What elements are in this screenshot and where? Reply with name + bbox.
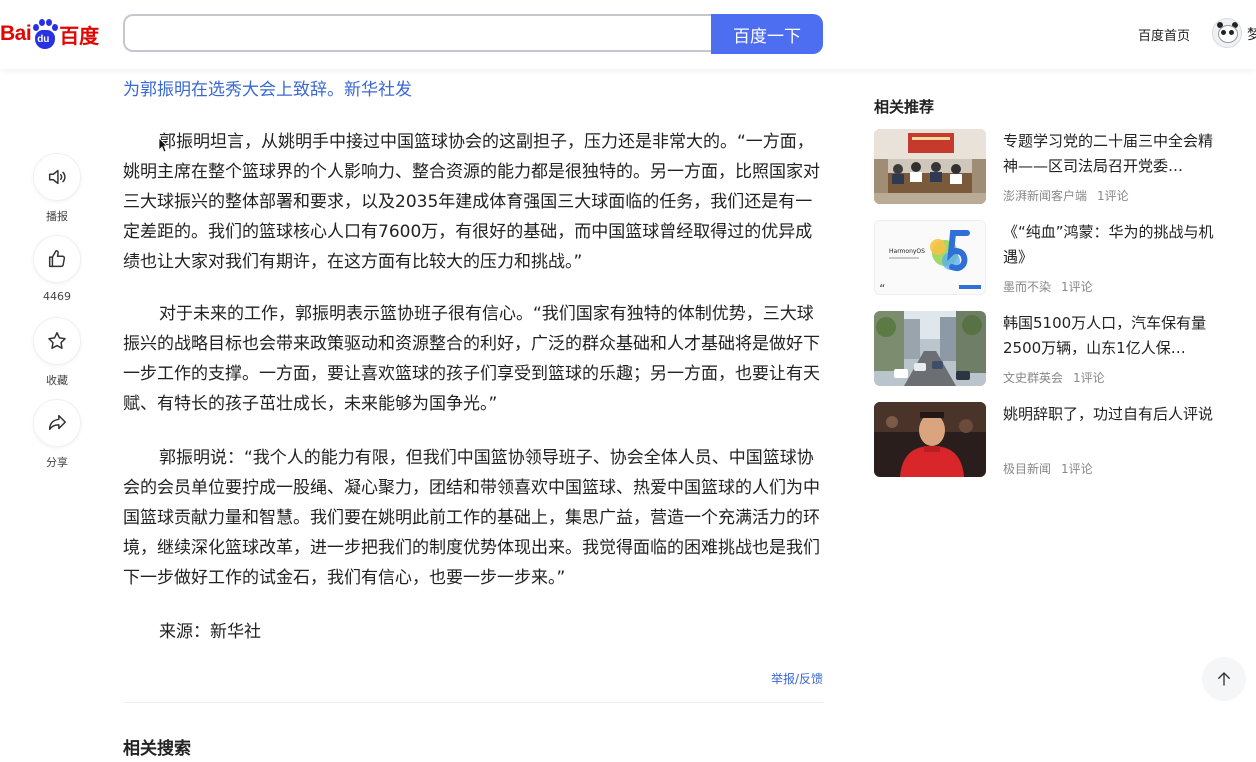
recommend-title[interactable]: 姚明辞职了，功过自有后人评说 xyxy=(1003,402,1218,427)
thumbs-up-icon xyxy=(48,250,66,268)
favorite-label: 收藏 xyxy=(46,374,68,387)
broadcast-action[interactable]: 播报 xyxy=(33,153,81,224)
like-action[interactable]: 4469 xyxy=(33,235,81,303)
favorite-action[interactable]: 收藏 xyxy=(33,317,81,388)
star-icon xyxy=(48,332,66,349)
logo-text-baidu: 百度 xyxy=(59,23,100,48)
recommend-source: 澎湃新闻客户端 xyxy=(1003,189,1088,203)
svg-text:“: “ xyxy=(879,282,885,295)
search-input[interactable] xyxy=(125,16,711,50)
related-recommend-title: 相关推荐 xyxy=(874,98,935,116)
broadcast-label: 播报 xyxy=(46,210,68,223)
street-thumbnail xyxy=(874,311,986,386)
recommend-meta: 文史群英会 1评论 xyxy=(1003,369,1105,386)
recommend-title[interactable]: 《“纯血”鸿蒙：华为的挑战与机遇》 xyxy=(1003,220,1218,270)
paw-icon: du xyxy=(32,19,59,49)
search-box xyxy=(123,14,711,52)
share-action[interactable]: 分享 xyxy=(33,399,81,470)
recommend-item[interactable]: 姚明辞职了，功过自有后人评说 极目新闻 1评论 xyxy=(874,402,1224,478)
harmonyos-thumb-label: HarmonyOS xyxy=(889,248,925,255)
logo-text-bai: Bai xyxy=(0,22,32,45)
search-button[interactable]: 百度一下 xyxy=(711,14,823,54)
arrow-up-icon xyxy=(1218,672,1230,686)
report-feedback-link[interactable]: 举报/反馈 xyxy=(771,670,823,687)
article-paragraph: 郭振明说：“我个人的能力有限，但我们中国篮协领导班子、协会全体人员、中国篮球协会… xyxy=(123,448,820,588)
mouse-cursor-icon xyxy=(158,137,168,153)
favorite-button[interactable] xyxy=(33,317,81,365)
recommend-item[interactable]: HarmonyOS “ 《“纯血”鸿蒙：华为的挑战与机遇》 墨而不染 1评论 xyxy=(874,220,1224,296)
article-paragraph: 郭振明坦言，从姚明手中接过中国篮球协会的这副担子，压力还是非常大的。“一方面，姚… xyxy=(123,132,820,272)
baidu-logo[interactable]: Bai du 百度 xyxy=(0,14,99,54)
avatar[interactable] xyxy=(1212,18,1242,48)
share-button[interactable] xyxy=(33,399,81,447)
harmonyos-thumbnail: HarmonyOS “ xyxy=(874,220,986,295)
recommend-source: 极目新闻 xyxy=(1003,462,1052,476)
recommend-title[interactable]: 专题学习党的二十届三中全会精神——区司法局召开党委… xyxy=(1003,129,1218,179)
related-search-title: 相关搜索 xyxy=(123,739,191,759)
like-count: 4469 xyxy=(43,290,71,303)
top-header: Bai du 百度 百度一下 百度首页 梦 xyxy=(0,0,1256,69)
recommend-item[interactable]: 专题学习党的二十届三中全会精神——区司法局召开党委… 澎湃新闻客户端 1评论 xyxy=(874,129,1224,205)
like-button[interactable] xyxy=(33,235,81,283)
speaker-icon xyxy=(48,169,66,185)
logo-text-du: du xyxy=(37,34,50,45)
user-name[interactable]: 梦 xyxy=(1247,24,1256,44)
recommend-meta: 极目新闻 1评论 xyxy=(1003,460,1093,477)
recommend-meta: 澎湃新闻客户端 1评论 xyxy=(1003,187,1129,204)
recommend-comments: 1评论 xyxy=(1061,462,1093,476)
recommend-source: 文史群英会 xyxy=(1003,371,1064,385)
recommend-meta: 墨而不染 1评论 xyxy=(1003,278,1093,295)
baidu-home-link[interactable]: 百度首页 xyxy=(1138,25,1190,44)
recommend-source: 墨而不染 xyxy=(1003,280,1052,294)
recommend-comments: 1评论 xyxy=(1073,371,1105,385)
yao-ming-thumbnail xyxy=(874,402,986,477)
meeting-thumbnail xyxy=(874,129,986,204)
back-to-top-button[interactable] xyxy=(1202,657,1246,701)
divider xyxy=(123,702,823,703)
recommend-comments: 1评论 xyxy=(1061,280,1093,294)
image-caption: 为郭振明在选秀大会上致辞。新华社发 xyxy=(123,80,412,100)
recommend-item[interactable]: 韩国5100万人口，汽车保有量2500万辆，山东1亿人保… 文史群英会 1评论 xyxy=(874,311,1224,387)
broadcast-button[interactable] xyxy=(33,153,81,201)
share-arrow-icon xyxy=(48,414,66,431)
article-source: 来源：新华社 xyxy=(159,622,261,642)
recommend-comments: 1评论 xyxy=(1097,189,1129,203)
article-paragraph: 对于未来的工作，郭振明表示篮协班子很有信心。“我们国家有独特的体制优势，三大球振… xyxy=(123,304,820,414)
recommend-title[interactable]: 韩国5100万人口，汽车保有量2500万辆，山东1亿人保… xyxy=(1003,311,1218,361)
share-label: 分享 xyxy=(46,456,68,469)
